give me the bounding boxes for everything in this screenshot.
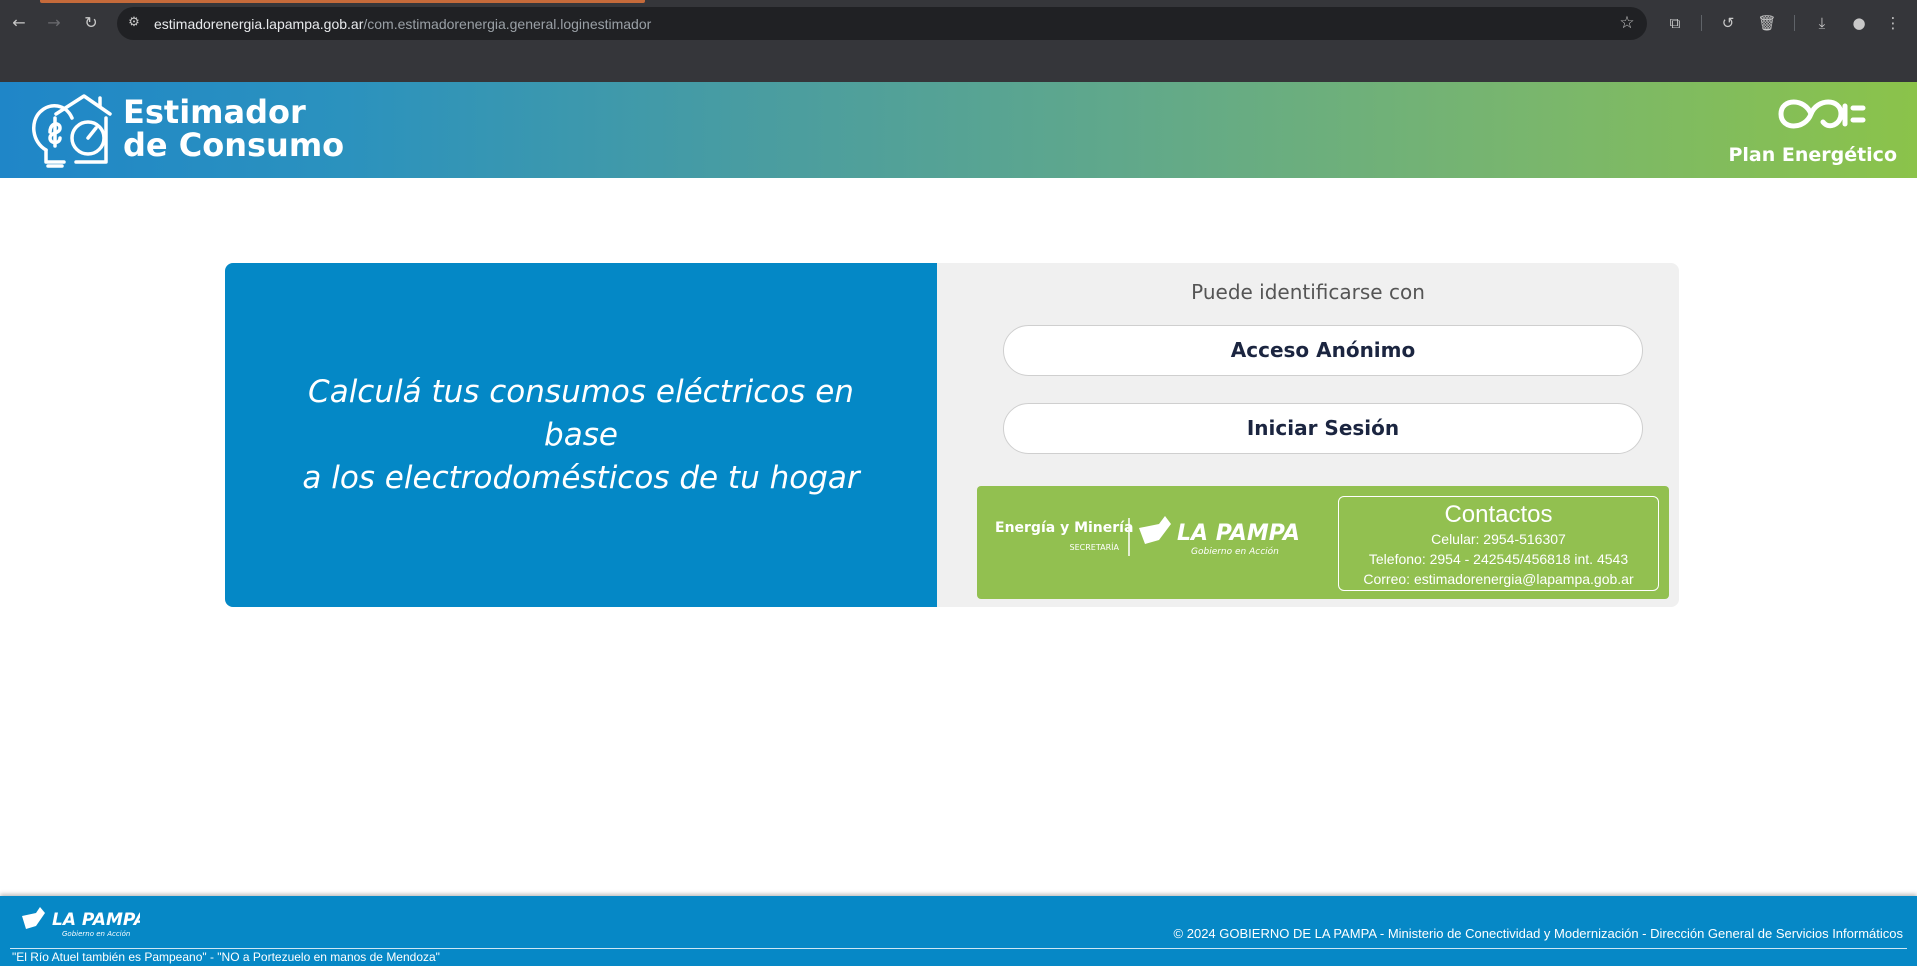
profile-icon[interactable]: ● [1848,12,1870,34]
contacts-title: Contactos [1444,501,1553,528]
brand-title-line1: Estimador [123,93,306,131]
contacts-box: Contactos Celular: 2954-516307 Telefono:… [1338,496,1659,591]
plan-label: Plan Energético [1728,144,1897,166]
la-pampa-map-icon [1139,516,1171,544]
la-pampa-map-icon [22,907,45,929]
extensions-icon[interactable]: ⧉ [1664,12,1686,34]
site-header: Estimador de Consumo Plan Energético [0,82,1917,178]
contact-correo[interactable]: Correo: estimadorenergia@lapampa.gob.ar [1339,569,1658,589]
browser-toolbar: ← → ↻ ⚙ estimadorenergia.lapampa.gob.ar/… [0,0,1917,46]
footer-slogan: "El Río Atuel también es Pampeano" - "NO… [12,950,440,964]
download-icon[interactable]: ⤓ [1811,12,1833,34]
hero-text: Calculá tus consumos eléctricos en base … [281,371,881,500]
bookmarks-bar [0,46,1917,82]
footer-la-pampa-logo: LA PAMPA Gobierno en Acción [22,907,140,938]
url-path: /com.estimadorenergia.general.loginestim… [363,16,652,32]
login-button[interactable]: Iniciar Sesión [1003,403,1643,454]
brand-title-line2: de Consumo [123,126,345,164]
hero-line2: a los electrodomésticos de tu hogar [302,459,860,496]
toolbar-divider [1701,15,1702,31]
footer-logo-motto: Gobierno en Acción [62,930,130,938]
la-pampa-motto: Gobierno en Acción [1191,546,1279,557]
hero-line1: Calculá tus consumos eléctricos en base [308,373,854,453]
footer-logo-name: LA PAMPA [52,910,140,930]
back-arrow-icon[interactable]: ← [8,12,30,34]
login-panel: Puede identificarse con Acceso Anónimo I… [937,263,1679,607]
footer-copyright: © 2024 GOBIERNO DE LA PAMPA - Ministerio… [1173,926,1903,941]
contacts-banner: Energía y Minería SECRETARÍA LA PAMPA Go… [977,486,1669,599]
site-footer: LA PAMPA Gobierno en Acción © 2024 GOBIE… [0,896,1917,966]
anonymous-access-button[interactable]: Acceso Anónimo [1003,325,1643,376]
footer-divider [10,948,1907,949]
kebab-menu-icon[interactable]: ⋮ [1882,12,1904,34]
contact-telefono: Telefono: 2954 - 242545/456818 int. 4543 [1368,551,1629,567]
contact-celular: Celular: 2954-516307 [1431,531,1566,547]
la-pampa-name: LA PAMPA [1177,521,1300,546]
secretaria-label: SECRETARÍA [1070,541,1120,552]
brand-title: Estimador de Consumo [123,96,344,162]
forward-arrow-icon[interactable]: → [43,12,65,34]
star-icon[interactable]: ☆ [1617,13,1637,33]
estimador-logo-icon [32,94,112,168]
government-logos: Energía y Minería SECRETARÍA LA PAMPA Go… [995,516,1300,557]
url-host: estimadorenergia.lapampa.gob.ar [154,16,364,32]
hero-panel: Calculá tus consumos eléctricos en base … [225,263,937,607]
secretaria-name: Energía y Minería [995,520,1133,536]
toolbar-divider [1794,15,1795,31]
history-icon[interactable]: ↺ [1717,12,1739,34]
address-bar[interactable]: ⚙ estimadorenergia.lapampa.gob.ar/com.es… [117,7,1647,40]
trash-icon[interactable]: 🗑 [1756,12,1778,34]
site-settings-icon[interactable]: ⚙ [125,14,143,32]
plan-energetico-icon [1778,99,1866,129]
active-tab-indicator [40,0,645,3]
login-prompt: Puede identificarse con [1191,280,1425,304]
url-text[interactable]: estimadorenergia.lapampa.gob.ar/com.esti… [154,16,651,32]
reload-icon[interactable]: ↻ [80,12,102,34]
login-card: Calculá tus consumos eléctricos en base … [225,263,1679,607]
